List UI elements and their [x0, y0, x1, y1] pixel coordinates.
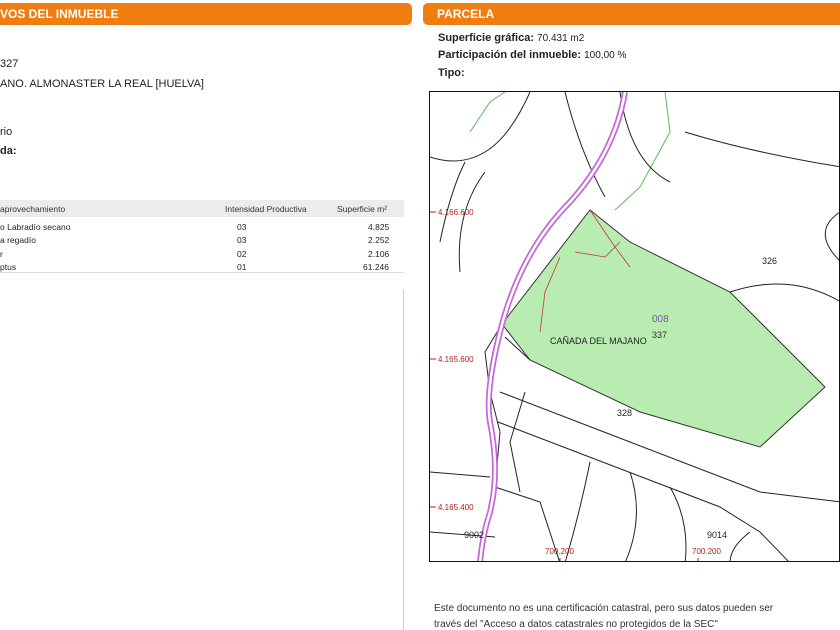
coord-y2-label: 4.165.600	[438, 355, 474, 364]
table-bottom-divider	[0, 272, 404, 273]
place-name: CAÑADA DEL MAJANO	[550, 336, 647, 346]
neighbor-9002: 9002	[464, 530, 484, 540]
col-aprovechamiento: aprovechamiento	[0, 204, 66, 214]
crop-name: o Labradío secano	[0, 222, 71, 232]
crop-intensity: 02	[237, 249, 247, 259]
surface-value: 70.431 m2	[537, 33, 585, 44]
crop-name: r	[0, 249, 3, 259]
property-data-header-label: VOS DEL INMUEBLE	[0, 7, 119, 21]
parcel-label: 008	[652, 314, 669, 325]
crop-area: 2.106	[368, 249, 390, 259]
cadastral-reference: 327	[0, 58, 19, 70]
type-label: Tipo:	[438, 67, 465, 79]
participation-row: Participación del inmueble: 100,00 %	[438, 49, 626, 61]
coord-x2-label: 700.200	[692, 547, 721, 556]
disclaimer-line-2: través del "Acceso a datos catastrales n…	[434, 619, 718, 630]
parcel-map-drawing: 4.166.600 4.165.600 4.165.400 700.200 70…	[430, 92, 839, 561]
property-use: rio	[0, 126, 13, 138]
type-row: Tipo:	[438, 67, 465, 79]
col-superficie: Superficie m²	[337, 204, 388, 214]
parcel-header-label: PARCELA	[437, 7, 495, 21]
surface-row: Superficie gráfica: 70.431 m2	[438, 32, 584, 44]
neighbor-328: 328	[617, 408, 632, 418]
crop-intensity: 01	[237, 262, 247, 272]
crop-area: 2.252	[368, 235, 390, 245]
disclaimer-line-1: Este documento no es una certificación c…	[434, 603, 774, 614]
parcel-map[interactable]: 4.166.600 4.165.600 4.165.400 700.200 70…	[429, 91, 840, 562]
neighbor-326: 326	[762, 256, 777, 266]
property-field-label: da:	[0, 145, 17, 157]
parcel-number: 337	[652, 330, 667, 340]
parcel-header: PARCELA	[423, 3, 840, 25]
property-location: ANO. ALMONASTER LA REAL [HUELVA]	[0, 78, 204, 90]
property-data-header: VOS DEL INMUEBLE	[0, 3, 412, 25]
participation-value: 100,00 %	[584, 50, 627, 61]
crop-name: ptus	[0, 262, 17, 272]
property-data-panel: VOS DEL INMUEBLE 327 ANO. ALMONASTER LA …	[0, 0, 412, 630]
coord-y3-label: 4.165.400	[438, 503, 474, 512]
crop-intensity: 03	[237, 222, 247, 232]
neighbor-9014: 9014	[707, 530, 727, 540]
panel-divider	[403, 290, 404, 630]
crop-intensity: 03	[237, 235, 247, 245]
col-intensidad: Intensidad Productiva	[225, 204, 307, 214]
coord-x1-label: 700.200	[545, 547, 574, 556]
coord-y1-label: 4.166.600	[438, 208, 474, 217]
crop-name: a regadío	[0, 235, 36, 245]
crop-area: 61.246	[363, 262, 389, 272]
crop-area: 4.825	[368, 222, 390, 232]
participation-label: Participación del inmueble:	[438, 49, 582, 61]
surface-label: Superficie gráfica:	[438, 32, 534, 44]
